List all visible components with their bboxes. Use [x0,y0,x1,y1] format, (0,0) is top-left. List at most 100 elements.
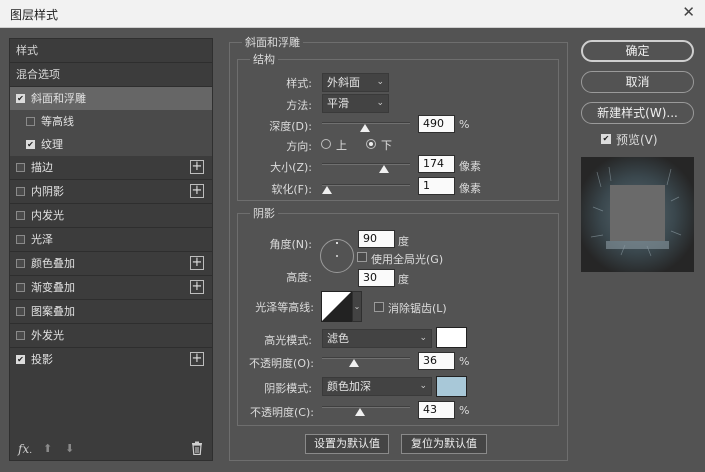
gradient-overlay-checkbox[interactable] [16,283,25,292]
sidebar-item-satin[interactable]: 光泽 [10,228,212,251]
bevel-checkbox[interactable]: ✔ [16,94,25,103]
highlight-opacity-track[interactable] [322,357,410,359]
sidebar-item-bevel[interactable]: ✔ 斜面和浮雕 [10,87,212,110]
add-drop-shadow-icon[interactable]: + [190,352,204,366]
sidebar-item-label: 内发光 [31,209,64,222]
highlight-opacity-thumb[interactable] [348,359,359,367]
trash-icon[interactable] [191,441,203,458]
global-light-checkbox[interactable] [357,252,367,262]
ok-button[interactable]: 确定 [581,40,694,62]
highlight-mode-label: 高光模式: [264,334,312,347]
color-overlay-checkbox[interactable] [16,259,25,268]
close-icon[interactable]: ✕ [682,3,695,21]
add-gradient-overlay-icon[interactable]: + [190,280,204,294]
stroke-checkbox[interactable] [16,163,25,172]
add-stroke-icon[interactable]: + [190,160,204,174]
global-light-label: 使用全局光(G) [371,253,444,266]
add-color-overlay-icon[interactable]: + [190,256,204,270]
altitude-label: 高度: [286,271,312,284]
highlight-mode-select[interactable]: 滤色 ⌄ [322,329,432,348]
structure-title: 结构 [250,51,278,67]
depth-input[interactable]: 490 [418,115,455,133]
sidebar-item-color-overlay[interactable]: 颜色叠加 + [10,252,212,275]
highlight-color-swatch[interactable] [436,327,467,348]
anti-alias-checkbox[interactable] [374,302,384,312]
sidebar-item-outer-glow[interactable]: 外发光 [10,324,212,347]
texture-checkbox[interactable]: ✔ [26,140,35,149]
inner-glow-checkbox[interactable] [16,211,25,220]
shadow-mode-label: 阴影模式: [264,382,312,395]
highlight-opacity-unit: % [459,355,470,368]
window-title: 图层样式 [10,8,59,22]
gloss-contour-swatch[interactable] [321,291,352,322]
angle-input[interactable]: 90 [358,230,395,248]
preview-label: 预览(V) [616,133,658,147]
sidebar-item-gradient-overlay[interactable]: 渐变叠加 + [10,276,212,299]
sidebar-item-label: 投影 [31,353,53,366]
reset-default-button[interactable]: 复位为默认值 [401,434,487,454]
sidebar-item-label: 斜面和浮雕 [31,92,86,105]
chevron-down-icon: ⌄ [353,302,361,311]
style-select[interactable]: 外斜面 ⌄ [322,73,389,92]
sidebar-item-contour[interactable]: 等高线 [10,110,212,133]
sidebar-item-pattern-overlay[interactable]: 图案叠加 [10,300,212,323]
size-slider-track[interactable] [322,163,410,165]
sidebar-item-label: 光泽 [31,233,53,246]
sidebar-item-stroke[interactable]: 描边 + [10,156,212,179]
altitude-input[interactable]: 30 [358,269,395,287]
blend-options-item[interactable]: 混合选项 [10,63,212,86]
style-label: 样式: [286,77,312,90]
satin-checkbox[interactable] [16,235,25,244]
preview-checkbox[interactable]: ✔ [601,134,611,144]
drop-shadow-checkbox[interactable]: ✔ [16,355,25,364]
depth-label: 深度(D): [269,120,312,133]
contour-checkbox[interactable] [26,117,35,126]
make-default-button[interactable]: 设置为默认值 [305,434,389,454]
shadow-opacity-label: 不透明度(C): [250,406,314,419]
shadow-opacity-thumb[interactable] [354,408,365,416]
anti-alias-label: 消除锯齿(L) [388,302,447,315]
sidebar-item-inner-glow[interactable]: 内发光 [10,204,212,227]
gloss-contour-label: 光泽等高线: [255,301,314,314]
shadow-color-swatch[interactable] [436,376,467,397]
shadow-mode-select[interactable]: 颜色加深 ⌄ [322,377,432,396]
shadow-opacity-track[interactable] [322,406,410,408]
depth-slider-thumb[interactable] [360,124,371,132]
altitude-unit: 度 [398,273,409,286]
size-slider-thumb[interactable] [378,165,389,173]
size-input[interactable]: 174 [418,155,455,173]
direction-label: 方向: [286,140,312,153]
soften-slider-thumb[interactable] [322,186,333,194]
direction-down-radio[interactable] [366,139,376,149]
chevron-down-icon: ⌄ [419,333,427,343]
gloss-contour-dropdown[interactable]: ⌄ [352,291,362,322]
sidebar-item-drop-shadow[interactable]: ✔ 投影 + [10,348,212,371]
size-label: 大小(Z): [270,161,312,174]
chevron-down-icon: ⌄ [376,77,384,87]
angle-unit: 度 [398,235,409,248]
move-down-icon[interactable]: ⬇ [65,442,74,455]
move-up-icon[interactable]: ⬆ [43,442,52,455]
method-select[interactable]: 平滑 ⌄ [322,94,389,113]
add-inner-shadow-icon[interactable]: + [190,184,204,198]
shadow-opacity-input[interactable]: 43 [418,401,455,419]
sidebar-item-inner-shadow[interactable]: 内阴影 + [10,180,212,203]
angle-dial-center [336,255,338,257]
angle-dial[interactable] [320,239,354,273]
outer-glow-checkbox[interactable] [16,331,25,340]
new-style-button[interactable]: 新建样式(W)... [581,102,694,124]
direction-down-label: 下 [381,139,392,152]
title-bar: 图层样式 ✕ [0,0,705,28]
styles-header[interactable]: 样式 [10,39,212,62]
soften-unit: 像素 [459,182,481,195]
cancel-button[interactable]: 取消 [581,71,694,93]
direction-up-label: 上 [336,139,347,152]
sidebar-item-texture[interactable]: ✔ 纹理 [10,133,212,156]
fx-icon[interactable]: fx. [18,442,32,456]
soften-input[interactable]: 1 [418,177,455,195]
inner-shadow-checkbox[interactable] [16,187,25,196]
direction-up-radio[interactable] [321,139,331,149]
highlight-opacity-input[interactable]: 36 [418,352,455,370]
pattern-overlay-checkbox[interactable] [16,307,25,316]
soften-slider-track[interactable] [322,184,410,186]
